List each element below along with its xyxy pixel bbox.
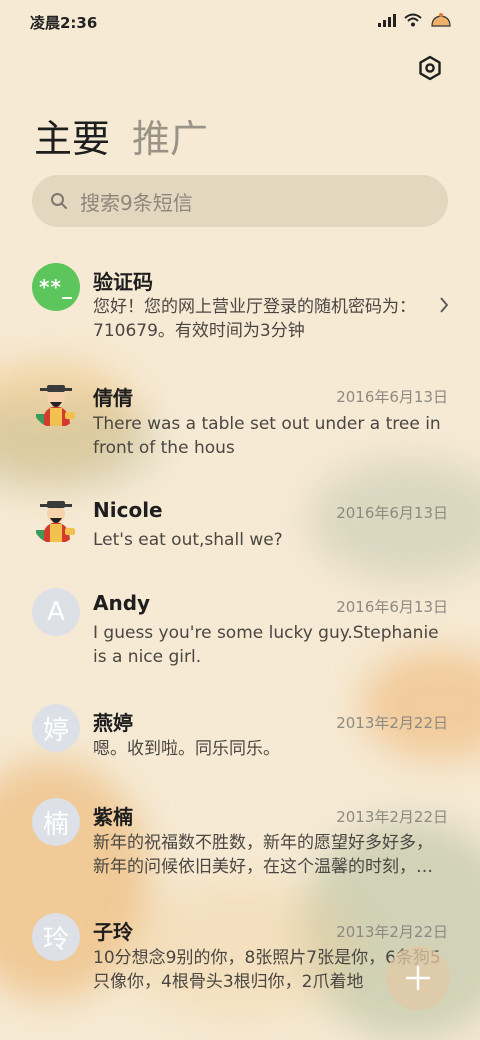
message-date: 2016年6月13日 [336,388,448,406]
message-date: 2016年6月13日 [336,504,448,522]
sender-name: Andy [93,591,151,615]
avatar: A [32,588,80,636]
settings-button[interactable] [416,54,444,82]
sender-name: Nicole [93,498,163,522]
avatar-letter: 楠 [42,809,69,840]
sender-name: 燕婷 [93,711,133,735]
avatar [32,496,80,544]
sender-name: 子玲 [93,920,133,944]
conversation-item[interactable]: **_ 验证码 您好！您的网上营业厅登录的随机密码为：710679。有效时间为3… [0,258,480,348]
conversation-item[interactable]: 婷 燕婷 2013年2月22日 嗯。收到啦。同乐同乐。 [0,704,480,764]
conversation-item[interactable]: Nicole 2016年6月13日 Let's eat out,shall we… [0,494,480,554]
tab-promotions[interactable]: 推广 [132,108,208,163]
conversation-item[interactable]: 倩倩 2016年6月13日 There was a table set out … [0,378,480,468]
tab-primary[interactable]: 主要 [34,108,110,163]
message-preview: Let's eat out,shall we? [93,530,283,550]
message-preview: There was a table set out under a tree i… [93,414,441,458]
conversation-item[interactable]: 楠 紫楠 2013年2月22日 新年的祝福数不胜数，新年的愿望好多好多，新年的问… [0,798,480,888]
conversation-item[interactable]: A Andy 2016年6月13日 I guess you're some lu… [0,588,480,678]
avatar: **_ [32,263,80,311]
message-date: 2013年2月22日 [336,923,448,941]
message-date: 2016年6月13日 [336,598,448,616]
search-bar[interactable]: 搜索9条短信 [32,175,448,227]
notification-app-icon [431,13,451,27]
compose-button[interactable] [386,946,450,1010]
search-placeholder: 搜索9条短信 [80,190,193,215]
status-bar: 凌晨2:36 [0,0,480,42]
chevron-right-icon[interactable] [438,296,450,314]
settings-hex-icon [419,55,441,81]
avatar: 婷 [32,704,80,752]
message-date: 2013年2月22日 [336,714,448,732]
avatar-letter: A [47,597,65,627]
avatar-letter: 婷 [42,715,69,746]
god-of-wealth-avatar-icon [36,501,75,542]
search-icon [51,193,67,209]
tab-bar: 主要 推广 [34,108,208,163]
message-preview: 嗯。收到啦。同乐同乐。 [93,739,280,759]
avatar-text: **_ [39,275,73,299]
sender-name: 倩倩 [93,386,133,410]
plus-icon [405,965,431,991]
status-time: 凌晨2:36 [30,14,98,32]
message-preview: I guess you're some lucky guy.Stephanie … [93,623,439,667]
avatar: 楠 [32,798,80,846]
god-of-wealth-avatar-icon [36,385,75,426]
signal-icon [378,13,396,27]
message-date: 2013年2月22日 [336,808,448,826]
avatar [32,380,80,428]
status-icons [378,12,452,28]
sender-name: 紫楠 [93,805,133,829]
message-preview: 新年的祝福数不胜数，新年的愿望好多好多，新年的问候依旧美好，在这个温馨的时刻，… [93,833,433,877]
avatar: 玲 [32,913,80,961]
wifi-icon [404,13,422,27]
message-preview: 您好！您的网上营业厅登录的随机密码为：710679。有效时间为3分钟 [93,297,416,341]
sender-name: 验证码 [93,270,153,294]
avatar-letter: 玲 [42,924,69,955]
